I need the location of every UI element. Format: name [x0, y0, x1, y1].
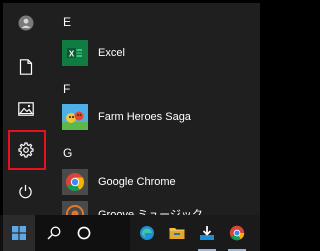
taskbar	[0, 215, 260, 251]
app-item-groove-music[interactable]: Groove ミュージック	[55, 198, 260, 215]
start-menu: E X Excel F Farm Heroes Saga G Google Ch…	[3, 3, 260, 215]
chrome-icon	[229, 225, 245, 241]
start-left-rail	[3, 3, 48, 215]
store-download-icon	[200, 226, 214, 240]
app-item-excel[interactable]: X Excel	[55, 37, 260, 69]
app-list: E X Excel F Farm Heroes Saga G Google Ch…	[55, 3, 260, 215]
start-button[interactable]	[3, 215, 35, 251]
document-icon	[19, 59, 32, 75]
app-name: Google Chrome	[98, 176, 176, 188]
settings-highlight-box	[8, 130, 46, 170]
search-button[interactable]	[40, 215, 68, 251]
user-account-button[interactable]	[3, 7, 48, 39]
search-icon	[47, 226, 61, 240]
section-header-e[interactable]: E	[63, 15, 71, 29]
app-name: Farm Heroes Saga	[98, 111, 191, 123]
file-explorer-icon	[169, 228, 185, 239]
task-view-button[interactable]	[70, 215, 98, 251]
chrome-icon	[62, 169, 88, 195]
task-view-icon	[77, 226, 91, 240]
taskbar-edge[interactable]	[134, 215, 160, 251]
edge-icon	[140, 226, 154, 240]
power-icon	[19, 184, 32, 198]
desktop-screen: E X Excel F Farm Heroes Saga G Google Ch…	[0, 0, 260, 251]
app-name: Groove ミュージック	[98, 209, 203, 215]
app-item-google-chrome[interactable]: Google Chrome	[55, 166, 260, 198]
pictures-icon	[17, 102, 34, 116]
taskbar-pinned-apps	[130, 215, 260, 251]
pictures-button[interactable]	[3, 93, 48, 125]
taskbar-chrome[interactable]	[224, 215, 250, 251]
farm-heroes-saga-icon	[62, 104, 88, 130]
app-item-farm-heroes-saga[interactable]: Farm Heroes Saga	[55, 101, 260, 133]
svg-text:X: X	[69, 49, 75, 58]
power-button[interactable]	[3, 175, 48, 207]
section-header-g[interactable]: G	[63, 146, 72, 160]
windows-start-icon	[12, 226, 26, 240]
user-icon	[18, 15, 33, 31]
section-header-f[interactable]: F	[63, 82, 70, 96]
taskbar-file-explorer[interactable]	[164, 215, 190, 251]
taskbar-store-download[interactable]	[194, 215, 220, 251]
groove-music-icon	[62, 201, 88, 215]
app-name: Excel	[98, 47, 125, 59]
excel-icon: X	[62, 40, 88, 66]
documents-button[interactable]	[3, 51, 48, 83]
